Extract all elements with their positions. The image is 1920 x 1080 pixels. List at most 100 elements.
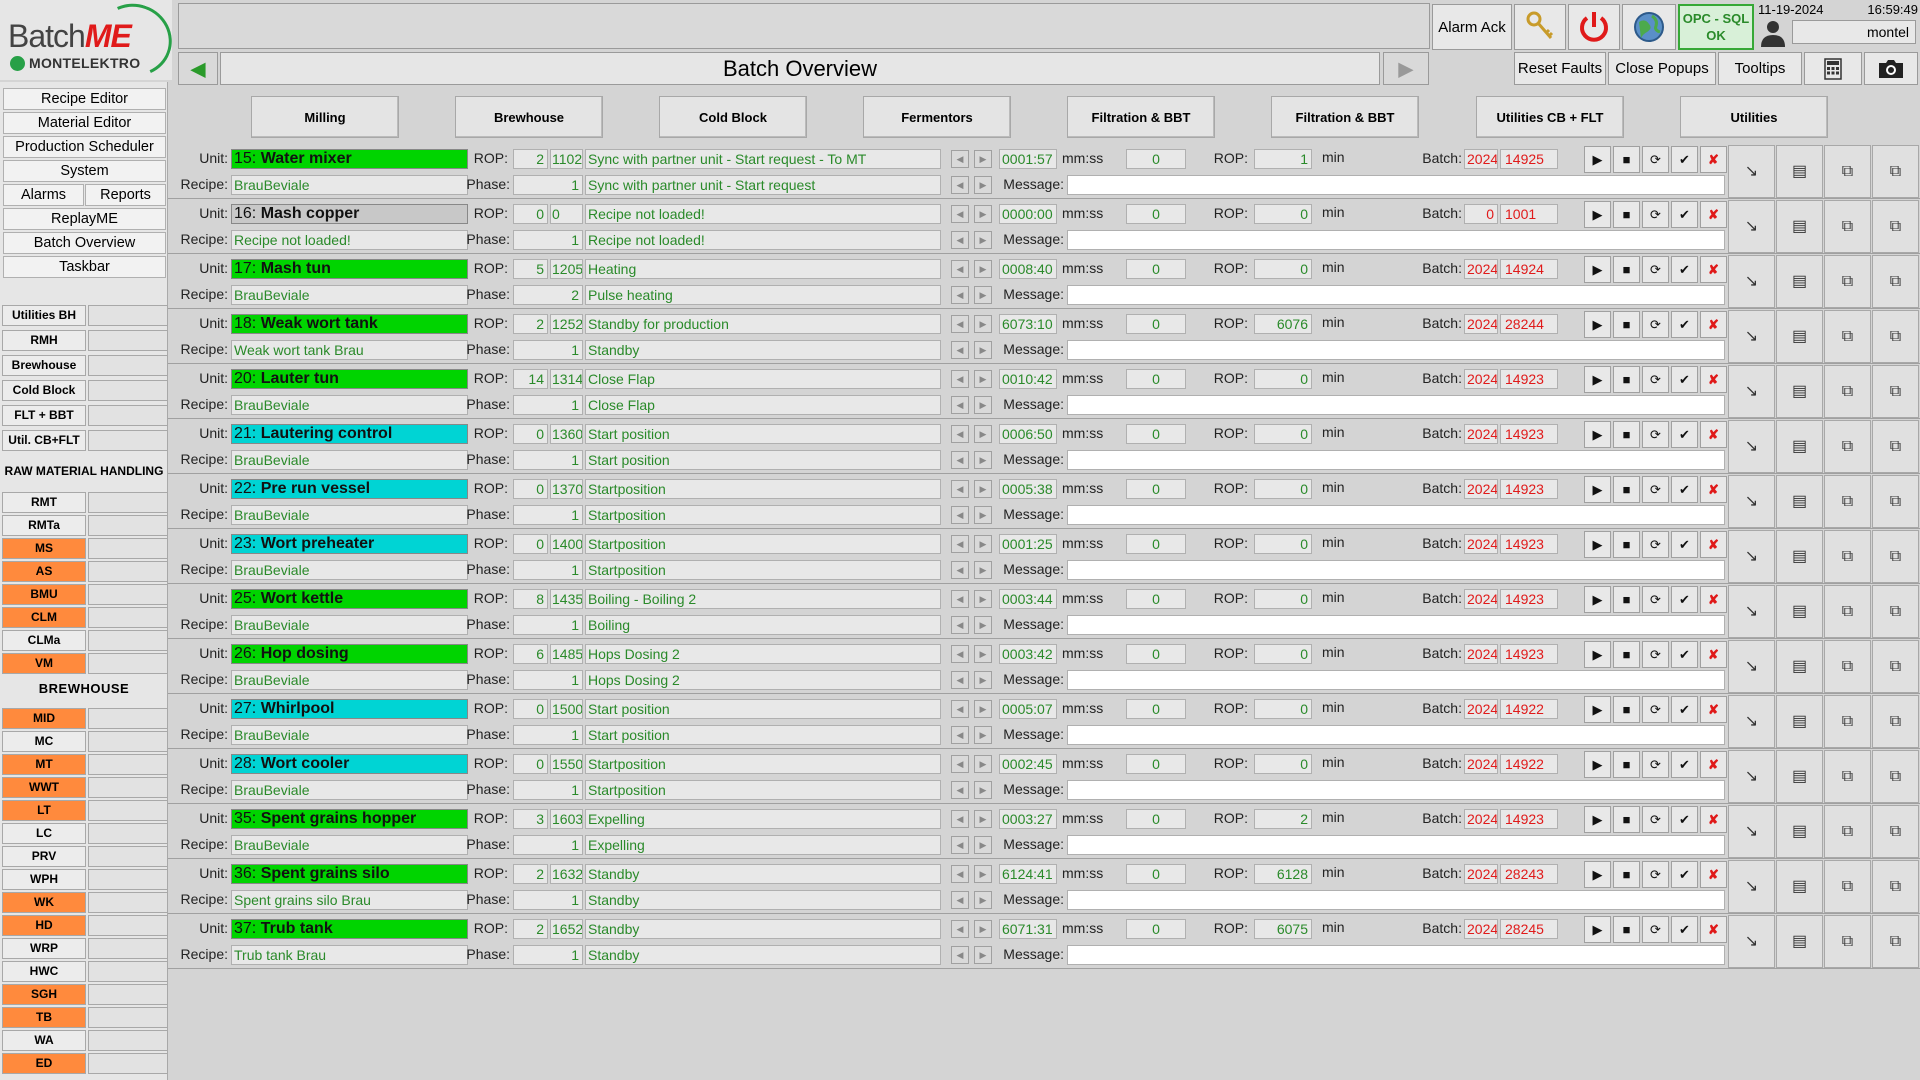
- rop-prev-button[interactable]: ◀: [951, 590, 969, 608]
- copy-multi-button[interactable]: ⧉: [1872, 420, 1919, 473]
- tab-button[interactable]: Utilities CB + FLT: [1476, 96, 1624, 138]
- reject-button[interactable]: ✘: [1700, 861, 1727, 888]
- report-button[interactable]: ▤: [1776, 200, 1823, 253]
- confirm-button[interactable]: ✔: [1671, 641, 1698, 668]
- report-button[interactable]: ▤: [1776, 255, 1823, 308]
- sidebar-unit-button[interactable]: MC: [2, 731, 86, 752]
- area-button[interactable]: RMH: [2, 330, 86, 351]
- copy-multi-button[interactable]: ⧉: [1872, 200, 1919, 253]
- sidebar-unit-button[interactable]: TB: [2, 1007, 86, 1028]
- reject-button[interactable]: ✘: [1700, 201, 1727, 228]
- start-button[interactable]: ▶: [1584, 311, 1611, 338]
- trend-button[interactable]: ↘: [1728, 475, 1775, 528]
- rop-next-button[interactable]: ▶: [974, 370, 992, 388]
- report-button[interactable]: ▤: [1776, 310, 1823, 363]
- confirm-button[interactable]: ✔: [1671, 586, 1698, 613]
- rop-prev-button[interactable]: ◀: [951, 315, 969, 333]
- reset-button[interactable]: ⟳: [1642, 366, 1669, 393]
- reset-button[interactable]: ⟳: [1642, 311, 1669, 338]
- menu-batch-overview[interactable]: Batch Overview: [3, 232, 166, 254]
- stop-button[interactable]: ■: [1613, 201, 1640, 228]
- report-button[interactable]: ▤: [1776, 695, 1823, 748]
- unit-name[interactable]: 22: Pre run vessel: [231, 479, 468, 499]
- stop-button[interactable]: ■: [1613, 916, 1640, 943]
- area-button[interactable]: Utilities BH: [2, 305, 86, 326]
- sidebar-unit-button[interactable]: WRP: [2, 938, 86, 959]
- rop-prev-button[interactable]: ◀: [951, 535, 969, 553]
- copy-multi-button[interactable]: ⧉: [1872, 640, 1919, 693]
- rop-prev-button[interactable]: ◀: [951, 205, 969, 223]
- report-button[interactable]: ▤: [1776, 530, 1823, 583]
- start-button[interactable]: ▶: [1584, 586, 1611, 613]
- sidebar-unit-button[interactable]: ED: [2, 1053, 86, 1074]
- copy-multi-button[interactable]: ⧉: [1872, 805, 1919, 858]
- reset-button[interactable]: ⟳: [1642, 641, 1669, 668]
- rop-next-button[interactable]: ▶: [974, 260, 992, 278]
- confirm-button[interactable]: ✔: [1671, 751, 1698, 778]
- reject-button[interactable]: ✘: [1700, 751, 1727, 778]
- sidebar-unit-button[interactable]: MS: [2, 538, 86, 559]
- tab-button[interactable]: Fermentors: [863, 96, 1011, 138]
- reject-button[interactable]: ✘: [1700, 146, 1727, 173]
- rop-next-button[interactable]: ▶: [974, 535, 992, 553]
- phase-next-button[interactable]: ▶: [974, 781, 992, 799]
- reject-button[interactable]: ✘: [1700, 421, 1727, 448]
- rop-next-button[interactable]: ▶: [974, 150, 992, 168]
- confirm-button[interactable]: ✔: [1671, 146, 1698, 173]
- stop-button[interactable]: ■: [1613, 641, 1640, 668]
- rop-prev-button[interactable]: ◀: [951, 260, 969, 278]
- copy-button[interactable]: ⧉: [1824, 365, 1871, 418]
- rop-next-button[interactable]: ▶: [974, 590, 992, 608]
- rop-next-button[interactable]: ▶: [974, 315, 992, 333]
- reset-button[interactable]: ⟳: [1642, 861, 1669, 888]
- calculator-button[interactable]: [1804, 52, 1862, 85]
- phase-next-button[interactable]: ▶: [974, 176, 992, 194]
- sidebar-unit-button[interactable]: BMU: [2, 584, 86, 605]
- phase-prev-button[interactable]: ◀: [951, 946, 969, 964]
- phase-prev-button[interactable]: ◀: [951, 671, 969, 689]
- phase-prev-button[interactable]: ◀: [951, 726, 969, 744]
- tab-button[interactable]: Brewhouse: [455, 96, 603, 138]
- rop-prev-button[interactable]: ◀: [951, 700, 969, 718]
- menu-material-editor[interactable]: Material Editor: [3, 112, 166, 134]
- rop-prev-button[interactable]: ◀: [951, 810, 969, 828]
- network-button[interactable]: [1622, 4, 1676, 50]
- copy-multi-button[interactable]: ⧉: [1872, 915, 1919, 968]
- start-button[interactable]: ▶: [1584, 146, 1611, 173]
- copy-multi-button[interactable]: ⧉: [1872, 695, 1919, 748]
- report-button[interactable]: ▤: [1776, 585, 1823, 638]
- stop-button[interactable]: ■: [1613, 586, 1640, 613]
- stop-button[interactable]: ■: [1613, 311, 1640, 338]
- sidebar-unit-button[interactable]: LC: [2, 823, 86, 844]
- trend-button[interactable]: ↘: [1728, 255, 1775, 308]
- tab-button[interactable]: Milling: [251, 96, 399, 138]
- unit-name[interactable]: 35: Spent grains hopper: [231, 809, 468, 829]
- confirm-button[interactable]: ✔: [1671, 421, 1698, 448]
- unit-name[interactable]: 25: Wort kettle: [231, 589, 468, 609]
- tab-button[interactable]: Utilities: [1680, 96, 1828, 138]
- menu-alarms[interactable]: Alarms: [3, 184, 84, 206]
- copy-multi-button[interactable]: ⧉: [1872, 860, 1919, 913]
- reset-button[interactable]: ⟳: [1642, 476, 1669, 503]
- reject-button[interactable]: ✘: [1700, 641, 1727, 668]
- area-button[interactable]: Cold Block: [2, 380, 86, 401]
- stop-button[interactable]: ■: [1613, 476, 1640, 503]
- copy-button[interactable]: ⧉: [1824, 805, 1871, 858]
- phase-next-button[interactable]: ▶: [974, 671, 992, 689]
- start-button[interactable]: ▶: [1584, 366, 1611, 393]
- report-button[interactable]: ▤: [1776, 805, 1823, 858]
- rop-prev-button[interactable]: ◀: [951, 370, 969, 388]
- unit-name[interactable]: 16: Mash copper: [231, 204, 468, 224]
- phase-prev-button[interactable]: ◀: [951, 781, 969, 799]
- copy-button[interactable]: ⧉: [1824, 420, 1871, 473]
- reject-button[interactable]: ✘: [1700, 256, 1727, 283]
- reset-button[interactable]: ⟳: [1642, 146, 1669, 173]
- phase-next-button[interactable]: ▶: [974, 561, 992, 579]
- trend-button[interactable]: ↘: [1728, 420, 1775, 473]
- rop-prev-button[interactable]: ◀: [951, 645, 969, 663]
- phase-next-button[interactable]: ▶: [974, 836, 992, 854]
- reset-button[interactable]: ⟳: [1642, 751, 1669, 778]
- report-button[interactable]: ▤: [1776, 420, 1823, 473]
- reset-button[interactable]: ⟳: [1642, 916, 1669, 943]
- sidebar-unit-button[interactable]: CLMa: [2, 630, 86, 651]
